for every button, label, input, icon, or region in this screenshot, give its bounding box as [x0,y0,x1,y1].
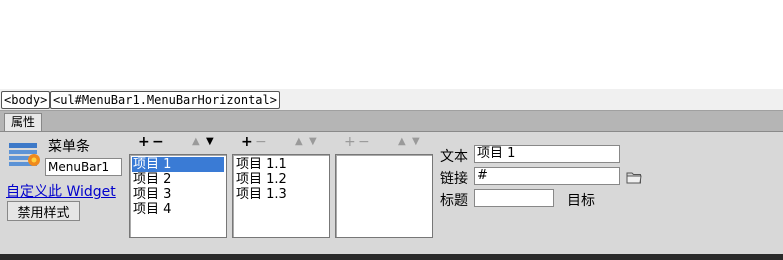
text-label: 文本 [440,149,468,165]
list-item-selected[interactable]: 项目 1 [132,157,224,172]
tag-ul-menubar[interactable]: <ul#MenuBar1.MenuBarHorizontal> [50,91,280,109]
add-subitem-button[interactable]: + [241,134,253,150]
target-label: 目标 [567,193,595,209]
link-input[interactable] [474,167,620,185]
properties-panel: 菜单条 自定义此 Widget 禁用样式 + − ▲ ▼ + − ▲ ▼ + −… [0,132,783,254]
folder-icon[interactable] [626,171,642,184]
list-item[interactable]: 项目 4 [130,202,226,217]
widget-name-input[interactable] [45,158,122,176]
list-item[interactable]: 项目 2 [130,172,226,187]
disable-styles-button[interactable]: 禁用样式 [7,201,80,221]
bottom-edge [0,254,783,260]
list-item[interactable]: 项目 1.3 [233,187,329,202]
properties-tab[interactable]: 属性 [4,113,43,131]
link-label: 链接 [440,171,468,187]
customize-widget-link[interactable]: 自定义此 Widget [6,181,116,201]
add-subsubitem-button[interactable]: + [344,134,356,150]
tag-body[interactable]: <body> [1,91,51,109]
title-label: 标题 [440,193,468,209]
properties-header: 属性 [0,111,783,132]
title-input[interactable] [474,189,554,207]
remove-subsubitem-button[interactable]: − [358,134,370,150]
target-input[interactable] [599,189,659,207]
remove-item-button[interactable]: − [152,134,164,150]
list-item[interactable]: 项目 1.1 [233,157,329,172]
menubar-widget-icon [9,143,40,166]
widget-type-label: 菜单条 [48,139,90,155]
add-item-button[interactable]: + [138,134,150,150]
tag-selector-bar: <body> <ul#MenuBar1.MenuBarHorizontal> [0,89,783,111]
list-item[interactable]: 项目 3 [130,187,226,202]
subsubmenu-items-list[interactable] [335,154,433,238]
remove-subitem-button[interactable]: − [255,134,267,150]
move-up-button[interactable]: ▲ [192,134,202,150]
menu-items-list[interactable]: 项目 1 项目 2 项目 3 项目 4 [129,154,227,238]
document-area [0,0,783,89]
subsubitem-move-down-button[interactable]: ▼ [412,134,422,150]
subitem-move-up-button[interactable]: ▲ [295,134,305,150]
subitem-move-down-button[interactable]: ▼ [309,134,319,150]
move-down-button[interactable]: ▼ [206,134,216,150]
submenu-items-list[interactable]: 项目 1.1 项目 1.2 项目 1.3 [232,154,330,238]
subsubitem-move-up-button[interactable]: ▲ [398,134,408,150]
text-input[interactable] [474,145,620,163]
list-item[interactable]: 项目 1.2 [233,172,329,187]
